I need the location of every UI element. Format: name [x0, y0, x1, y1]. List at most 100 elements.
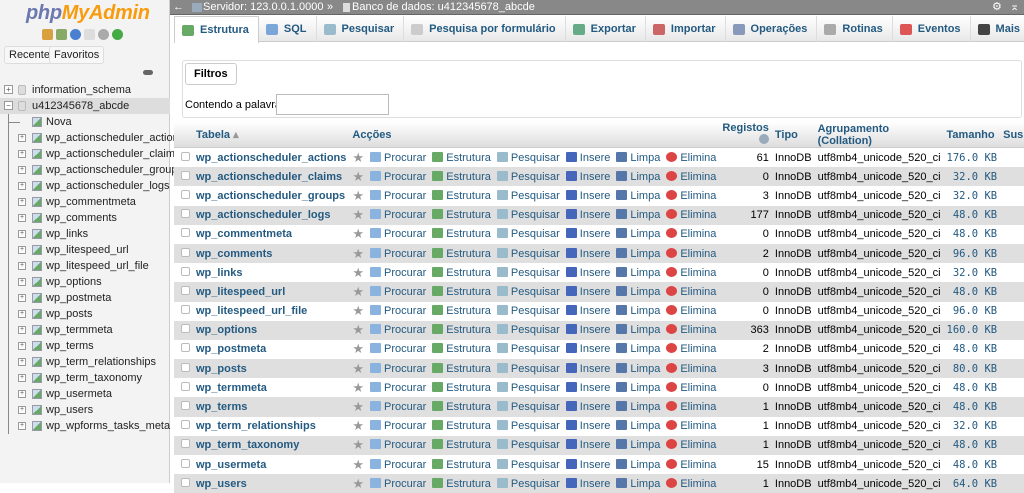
expand-icon[interactable]: +	[18, 422, 26, 430]
empty-action[interactable]: Limpa	[613, 474, 664, 493]
empty-action[interactable]: Limpa	[613, 243, 664, 264]
empty-action[interactable]: Limpa	[613, 263, 664, 283]
size[interactable]: 48.0 KB	[943, 339, 1001, 360]
expand-icon[interactable]: +	[18, 310, 26, 318]
header-size[interactable]: Tamanho	[943, 122, 1001, 148]
breadcrumb-database[interactable]: Banco de dados: u412345678_abcde	[352, 0, 535, 15]
browse-action[interactable]: Procurar	[367, 397, 430, 417]
search-action[interactable]: Pesquisar	[493, 416, 563, 436]
insert-action[interactable]: Insere	[562, 167, 614, 187]
filter-input[interactable]	[276, 94, 389, 115]
expand-icon[interactable]: +	[18, 294, 26, 302]
empty-action[interactable]: Limpa	[613, 282, 664, 302]
size[interactable]: 48.0 KB	[943, 435, 1001, 455]
insert-action[interactable]: Insere	[562, 339, 614, 360]
browse-action[interactable]: Procurar	[367, 416, 430, 436]
drop-action[interactable]: Elimina	[663, 397, 720, 417]
drop-action[interactable]: Elimina	[663, 186, 720, 206]
header-table[interactable]: Tabela ▴	[193, 122, 350, 148]
search-action[interactable]: Pesquisar	[493, 148, 563, 168]
home-icon[interactable]	[42, 29, 53, 40]
expand-icon[interactable]: +	[18, 374, 26, 382]
tab-pesquisar[interactable]: Pesquisar	[317, 16, 405, 42]
tree-table-item[interactable]: + wp_termmeta	[0, 322, 170, 338]
expand-icon[interactable]: +	[18, 150, 26, 158]
row-checkbox[interactable]	[181, 458, 190, 468]
size[interactable]: 48.0 KB	[943, 282, 1001, 302]
size[interactable]: 48.0 KB	[943, 455, 1001, 475]
expand-icon[interactable]: +	[18, 262, 26, 270]
recent-button[interactable]: Recente	[4, 46, 55, 64]
expand-icon[interactable]: +	[18, 406, 26, 414]
search-action[interactable]: Pesquisar	[493, 339, 563, 360]
row-checkbox[interactable]	[181, 247, 190, 257]
insert-action[interactable]: Insere	[562, 148, 614, 168]
empty-action[interactable]: Limpa	[613, 359, 664, 379]
size[interactable]: 32.0 KB	[943, 186, 1001, 206]
tab-opera-es[interactable]: Operações	[726, 16, 818, 42]
insert-action[interactable]: Insere	[562, 378, 614, 398]
browse-action[interactable]: Procurar	[367, 282, 430, 302]
tab-estrutura[interactable]: Estrutura	[174, 16, 259, 43]
structure-action[interactable]: Estrutura	[429, 435, 494, 455]
structure-action[interactable]: Estrutura	[429, 148, 494, 168]
tree-new-table[interactable]: Nova	[0, 114, 170, 130]
size[interactable]: 96.0 KB	[943, 301, 1001, 321]
row-checkbox[interactable]	[181, 305, 190, 315]
gear-icon[interactable]	[98, 29, 109, 40]
tree-table-item[interactable]: + wp_actionscheduler_actions	[0, 130, 184, 146]
favorite-star-icon[interactable]: ★	[349, 397, 368, 417]
expand-icon[interactable]: +	[18, 342, 26, 350]
table-name-link[interactable]: wp_actionscheduler_actions	[193, 147, 350, 168]
favorite-star-icon[interactable]: ★	[349, 205, 368, 225]
header-rows[interactable]: Registos	[719, 122, 772, 148]
empty-action[interactable]: Limpa	[613, 301, 664, 321]
drop-action[interactable]: Elimina	[663, 224, 720, 244]
settings-gear-icon[interactable]: ⚙	[992, 0, 1002, 15]
drop-action[interactable]: Elimina	[663, 263, 720, 283]
tree-table-item[interactable]: + wp_litespeed_url_file	[0, 258, 170, 274]
structure-action[interactable]: Estrutura	[429, 359, 494, 379]
insert-action[interactable]: Insere	[562, 186, 614, 206]
insert-action[interactable]: Insere	[562, 474, 614, 493]
size[interactable]: 32.0 KB	[943, 416, 1001, 436]
search-action[interactable]: Pesquisar	[493, 224, 563, 244]
row-checkbox[interactable]	[181, 439, 190, 449]
browse-action[interactable]: Procurar	[367, 263, 430, 283]
expand-icon[interactable]: +	[18, 230, 26, 238]
browse-action[interactable]: Procurar	[367, 148, 430, 168]
empty-action[interactable]: Limpa	[613, 320, 664, 340]
tree-table-item[interactable]: + wp_litespeed_url	[0, 242, 170, 258]
empty-action[interactable]: Limpa	[613, 416, 664, 436]
favorite-star-icon[interactable]: ★	[349, 263, 368, 283]
drop-action[interactable]: Elimina	[663, 320, 720, 340]
favorite-star-icon[interactable]: ★	[349, 378, 368, 398]
search-action[interactable]: Pesquisar	[493, 167, 563, 187]
drop-action[interactable]: Elimina	[663, 243, 720, 264]
expand-icon[interactable]: +	[18, 390, 26, 398]
tab-rotinas[interactable]: Rotinas	[817, 16, 893, 42]
structure-action[interactable]: Estrutura	[429, 167, 494, 187]
table-name-link[interactable]: wp_term_taxonomy	[193, 435, 350, 455]
tab-eventos[interactable]: Eventos	[893, 16, 971, 42]
structure-action[interactable]: Estrutura	[429, 243, 494, 264]
insert-action[interactable]: Insere	[562, 224, 614, 244]
favorite-star-icon[interactable]: ★	[349, 186, 368, 206]
search-action[interactable]: Pesquisar	[493, 378, 563, 398]
browse-action[interactable]: Procurar	[367, 378, 430, 398]
table-name-link[interactable]: wp_actionscheduler_claims	[193, 167, 350, 187]
drop-action[interactable]: Elimina	[663, 435, 720, 455]
expand-icon[interactable]: +	[18, 134, 26, 142]
table-name-link[interactable]: wp_links	[193, 263, 350, 283]
structure-action[interactable]: Estrutura	[429, 455, 494, 475]
insert-action[interactable]: Insere	[562, 435, 614, 455]
insert-action[interactable]: Insere	[562, 455, 614, 475]
structure-action[interactable]: Estrutura	[429, 320, 494, 340]
tree-table-item[interactable]: + wp_actionscheduler_claims	[0, 146, 181, 162]
size[interactable]: 96.0 KB	[943, 243, 1001, 264]
header-overhead[interactable]: Suspenso	[1000, 122, 1024, 148]
expand-icon[interactable]: +	[18, 326, 26, 334]
insert-action[interactable]: Insere	[562, 282, 614, 302]
table-name-link[interactable]: wp_postmeta	[193, 339, 350, 360]
empty-action[interactable]: Limpa	[613, 167, 664, 187]
